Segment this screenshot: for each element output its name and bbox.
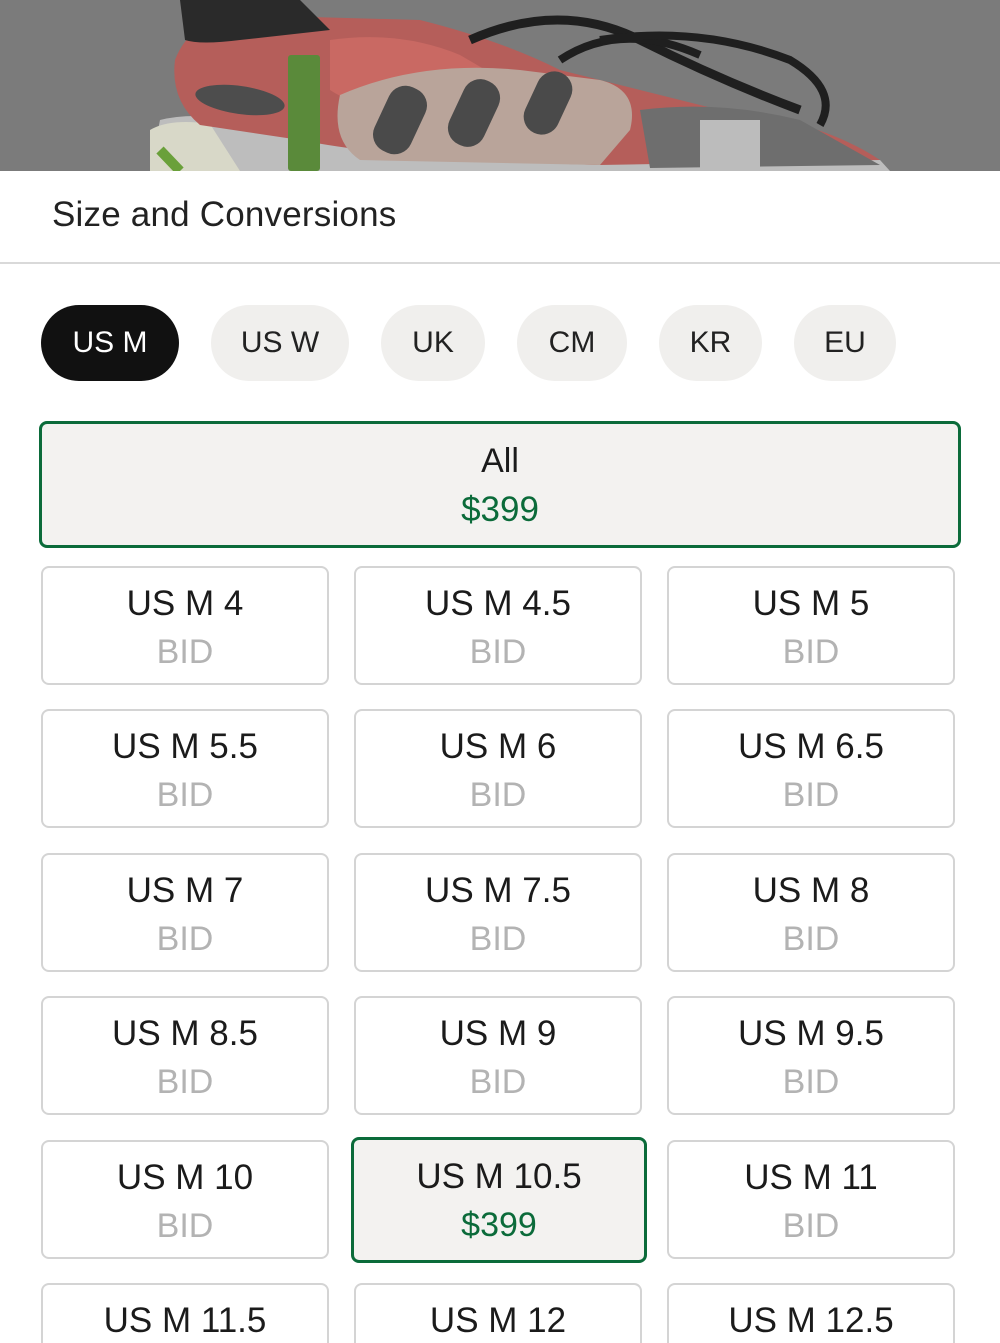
size-option[interactable]: US M 12 [354,1283,642,1343]
sheet-header: Size and Conversions [0,171,1000,264]
size-system-tab-uk[interactable]: UK [381,305,485,381]
size-option[interactable]: US M 8 BID [667,853,955,972]
size-label: US M 8.5 [112,1014,258,1053]
size-option[interactable]: US M 12.5 [667,1283,955,1343]
size-option[interactable]: US M 5.5 BID [41,709,329,828]
size-system-tab-us-m[interactable]: US M [41,305,179,381]
size-option[interactable]: US M 11 BID [667,1140,955,1259]
size-option[interactable]: US M 4.5 BID [354,566,642,685]
size-price: $399 [461,1206,537,1244]
size-label: US M 5.5 [112,727,258,766]
size-price: BID [782,920,840,958]
size-option[interactable]: US M 5 BID [667,566,955,685]
size-option[interactable]: US M 7.5 BID [354,853,642,972]
size-label: US M 10.5 [416,1157,582,1196]
size-option[interactable]: US M 8.5 BID [41,996,329,1115]
size-label: US M 12 [429,1301,567,1340]
size-option[interactable]: US M 6.5 BID [667,709,955,828]
size-system-tab-kr[interactable]: KR [659,305,762,381]
size-price: BID [469,1063,527,1101]
size-price: BID [469,776,527,814]
all-sizes-option[interactable]: All $399 [39,421,961,548]
size-label: US M 4 [126,584,244,623]
size-option[interactable]: US M 9.5 BID [667,996,955,1115]
size-label: US M 9.5 [738,1014,884,1053]
size-label: US M 7.5 [425,871,571,910]
size-label: US M 6 [439,727,557,766]
size-price: BID [782,633,840,671]
size-label: US M 10 [116,1158,254,1197]
size-price: BID [156,633,214,671]
size-option[interactable]: US M 6 BID [354,709,642,828]
size-option[interactable]: US M 7 BID [41,853,329,972]
size-label: US M 4.5 [425,584,571,623]
size-price: BID [782,1063,840,1101]
size-price: BID [156,776,214,814]
size-system-tab-cm[interactable]: CM [517,305,627,381]
size-label: US M 9 [439,1014,557,1053]
size-option-selected[interactable]: US M 10.5 $399 [351,1137,647,1263]
product-image [0,0,1000,171]
size-system-tabs: US M US W UK CM KR EU [41,305,896,381]
size-price: BID [469,920,527,958]
all-sizes-label: All [481,442,519,480]
size-option[interactable]: US M 11.5 [41,1283,329,1343]
size-label: US M 11.5 [103,1301,267,1340]
sheet-title: Size and Conversions [52,195,397,234]
size-label: US M 12.5 [728,1301,894,1340]
size-price: BID [782,1207,840,1245]
size-option[interactable]: US M 9 BID [354,996,642,1115]
size-system-tab-eu[interactable]: EU [794,305,896,381]
size-label: US M 7 [126,871,244,910]
size-price: BID [469,633,527,671]
size-price: BID [782,776,840,814]
size-system-tab-us-w[interactable]: US W [211,305,349,381]
size-price: BID [156,1207,214,1245]
size-option[interactable]: US M 10 BID [41,1140,329,1259]
size-label: US M 5 [752,584,870,623]
size-label: US M 8 [752,871,870,910]
size-option[interactable]: US M 4 BID [41,566,329,685]
all-sizes-price: $399 [461,490,539,529]
size-label: US M 6.5 [738,727,884,766]
size-price: BID [156,920,214,958]
size-label: US M 11 [744,1158,878,1197]
size-price: BID [156,1063,214,1101]
